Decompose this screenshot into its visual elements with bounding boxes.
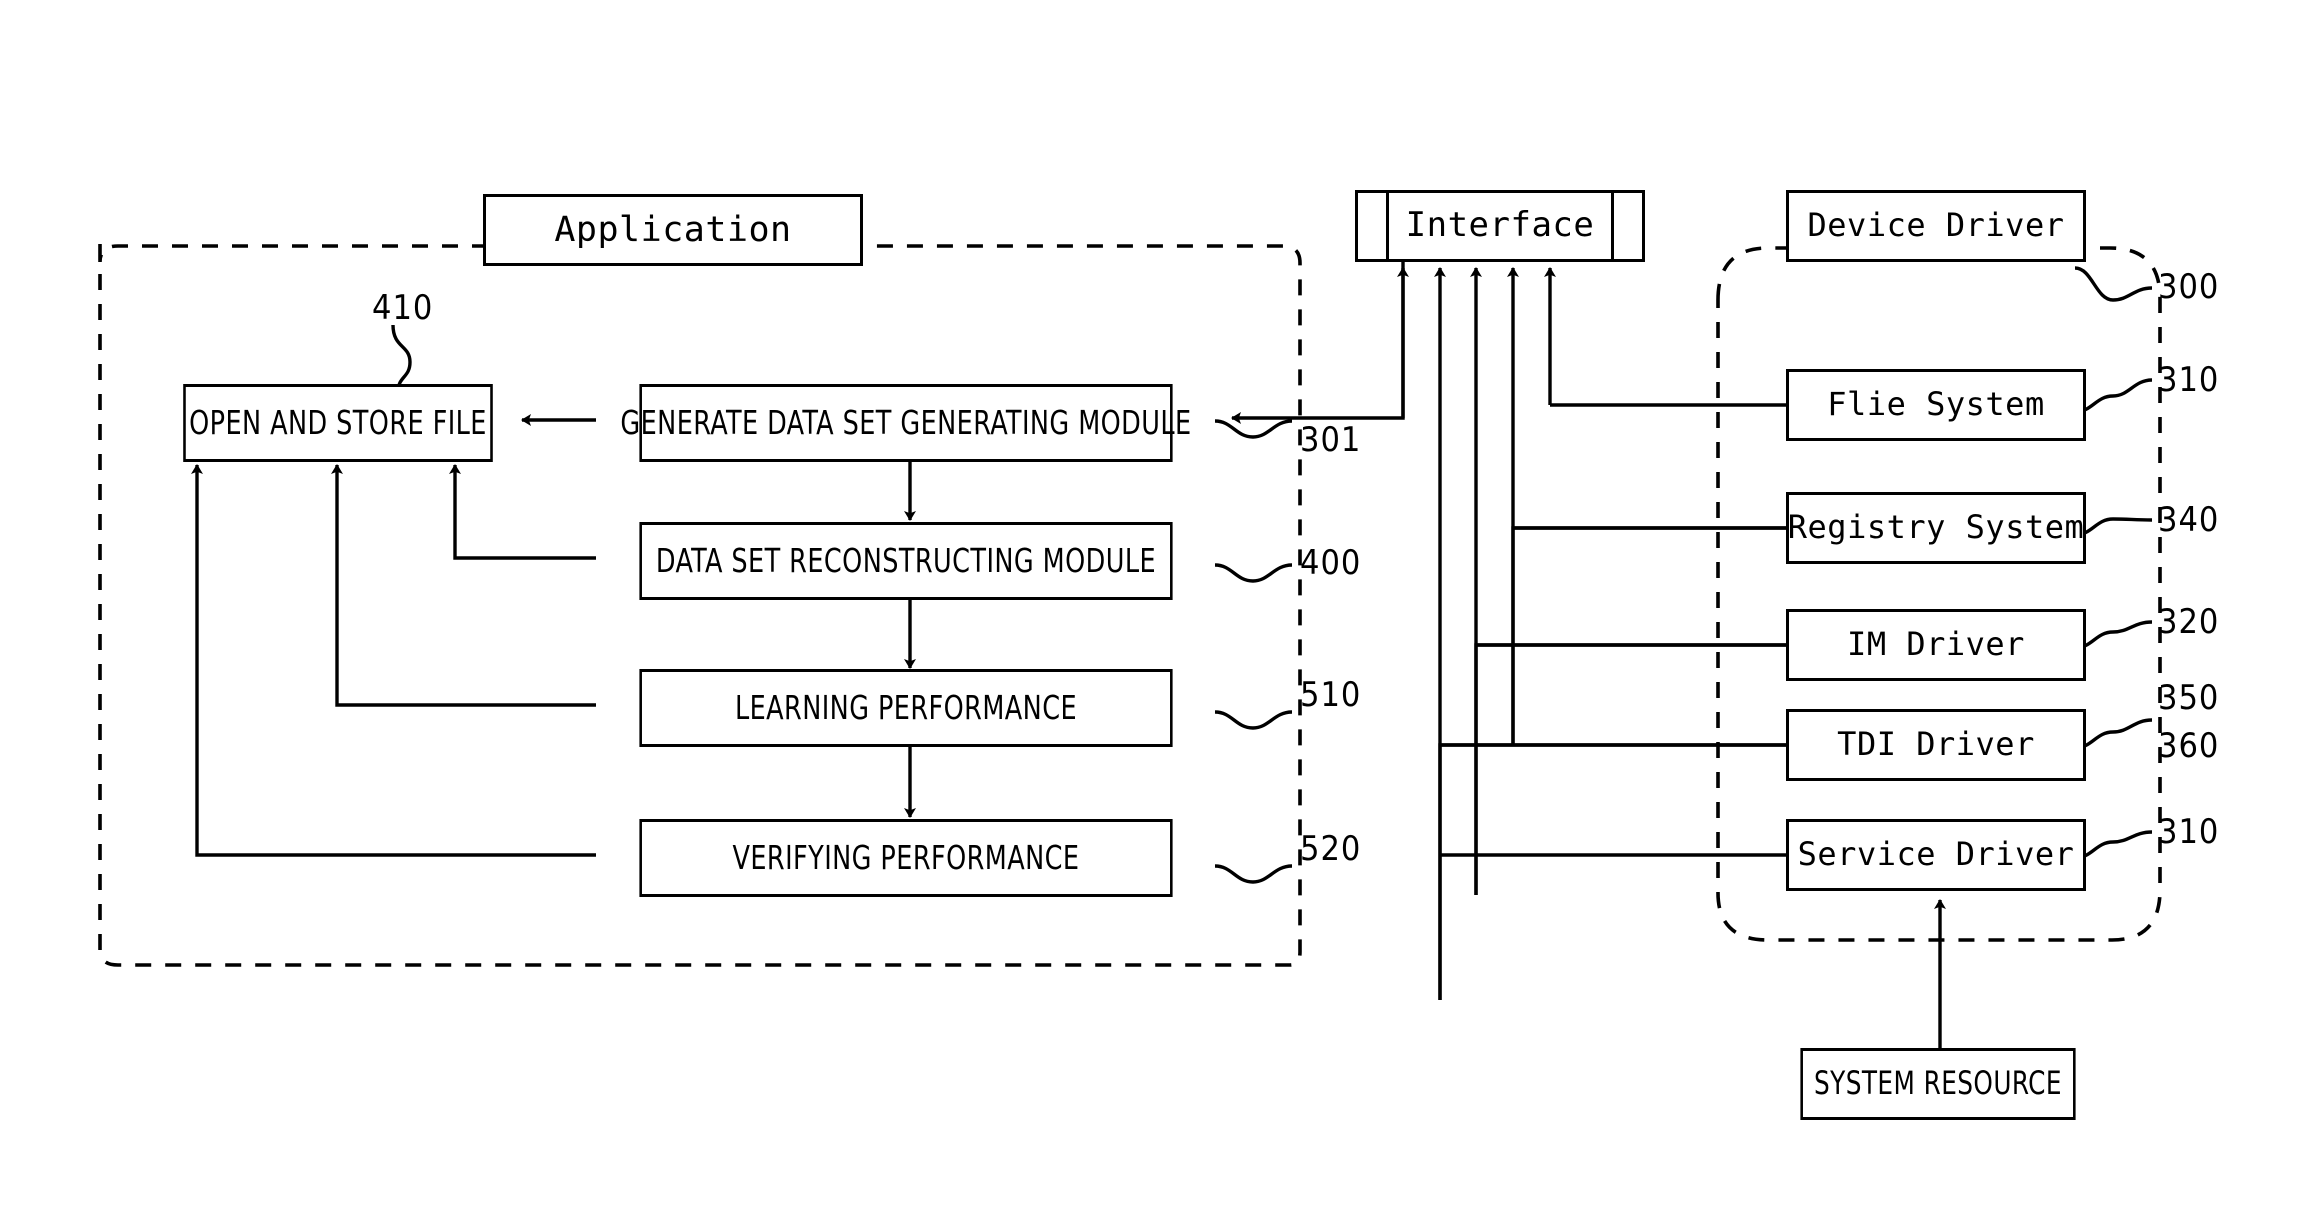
refnum-410: 410 (372, 288, 434, 328)
block-learning-performance: LEARNING PERFORMANCE (639, 669, 1173, 747)
refnum-310-service-driver: 310 (2158, 812, 2220, 852)
application-title-box: Application (483, 194, 863, 266)
refnum-520: 520 (1300, 829, 1362, 869)
block-generate-data-set-generating-module-label: GENERATE DATA SET GENERATING MODULE (620, 402, 1192, 442)
block-tdi-driver-label: TDI Driver (1837, 725, 2035, 764)
block-data-set-reconstructing-module-label: DATA SET RECONSTRUCTING MODULE (655, 540, 1157, 580)
block-file-system-label: Flie System (1827, 385, 2045, 424)
refnum-400: 400 (1300, 543, 1362, 583)
refnum-301: 301 (1300, 420, 1362, 460)
block-open-and-store-file: OPEN AND STORE FILE (183, 384, 493, 462)
application-title-label: Application (554, 209, 792, 250)
refnum-510: 510 (1300, 675, 1362, 715)
interface-box: Interface (1355, 190, 1645, 262)
refnum-340: 340 (2158, 500, 2220, 540)
block-im-driver: IM Driver (1786, 609, 2086, 681)
refnum-360: 360 (2158, 726, 2220, 766)
refnum-350: 350 (2158, 678, 2220, 718)
block-registry-system: Registry System (1786, 492, 2086, 564)
block-service-driver: Service Driver (1786, 819, 2086, 891)
interface-divider-left (1386, 193, 1389, 259)
block-generate-data-set-generating-module: GENERATE DATA SET GENERATING MODULE (620, 384, 1191, 462)
block-data-set-reconstructing-module: DATA SET RECONSTRUCTING MODULE (639, 522, 1173, 600)
block-registry-system-label: Registry System (1787, 508, 2085, 547)
patent-figure: Application OPEN AND STORE FILE GENERATE… (0, 0, 2301, 1224)
block-file-system: Flie System (1786, 369, 2086, 441)
block-service-driver-label: Service Driver (1797, 835, 2075, 874)
block-verifying-performance-label: VERIFYING PERFORMANCE (732, 837, 1080, 877)
interface-label: Interface (1405, 205, 1595, 246)
block-tdi-driver: TDI Driver (1786, 709, 2086, 781)
block-device-driver: Device Driver (1786, 190, 2086, 262)
interface-divider-right (1611, 193, 1614, 259)
block-system-resource-label: SYSTEM RESOURCE (1814, 1064, 2062, 1103)
refnum-310-file-system: 310 (2158, 360, 2220, 400)
block-verifying-performance: VERIFYING PERFORMANCE (639, 819, 1173, 897)
block-system-resource: SYSTEM RESOURCE (1800, 1048, 2076, 1120)
block-im-driver-label: IM Driver (1847, 625, 2025, 664)
block-learning-performance-label: LEARNING PERFORMANCE (734, 687, 1078, 727)
refnum-300: 300 (2158, 267, 2220, 307)
block-device-driver-label: Device Driver (1807, 206, 2065, 245)
block-open-and-store-file-label: OPEN AND STORE FILE (189, 402, 487, 442)
refnum-320: 320 (2158, 602, 2220, 642)
